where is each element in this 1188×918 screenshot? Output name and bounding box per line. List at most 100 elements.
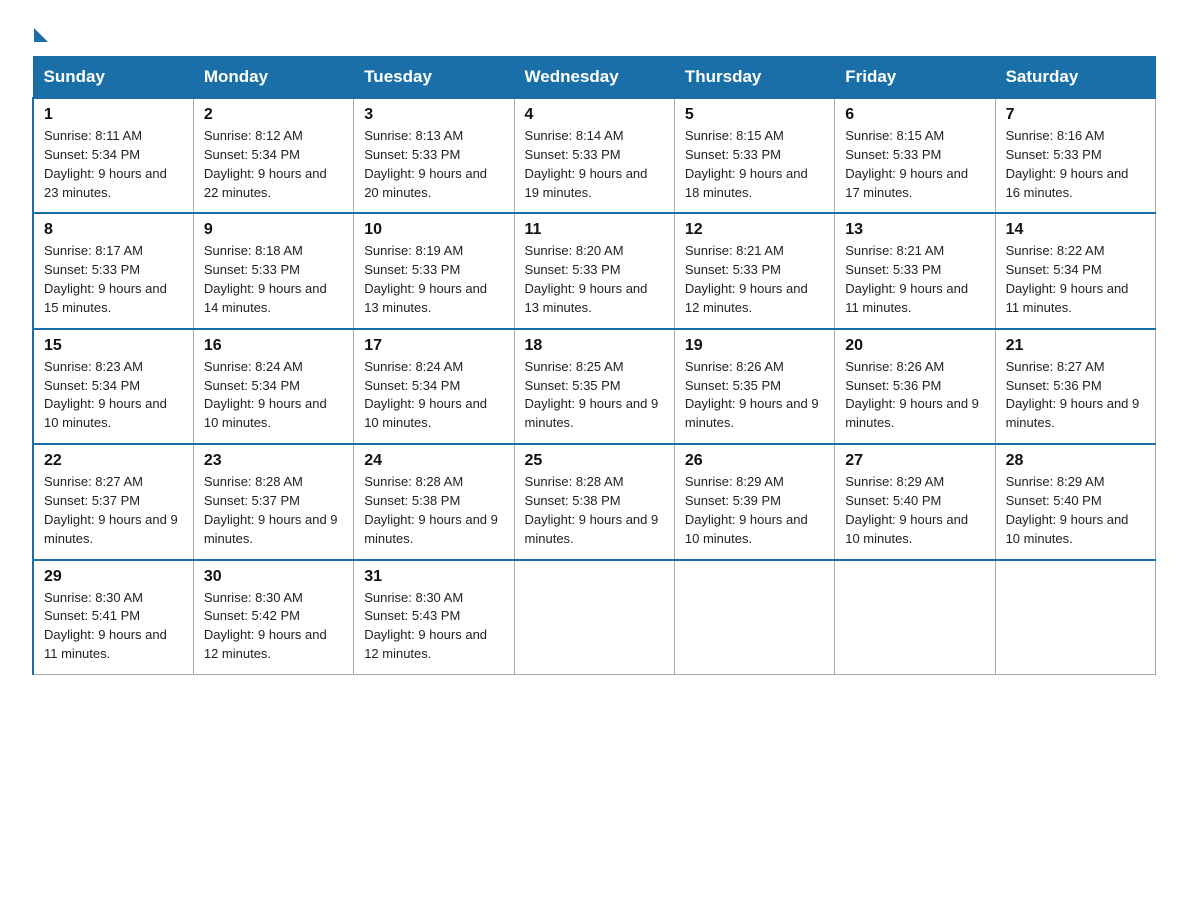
calendar-cell [514, 560, 674, 675]
calendar-cell: 22 Sunrise: 8:27 AMSunset: 5:37 PMDayligh… [33, 444, 193, 559]
calendar-cell: 10Sunrise: 8:19 AMSunset: 5:33 PMDayligh… [354, 213, 514, 328]
col-header-monday: Monday [193, 57, 353, 99]
calendar-cell: 27 Sunrise: 8:29 AMSunset: 5:40 PMDayligh… [835, 444, 995, 559]
calendar-cell: 21 Sunrise: 8:27 AMSunset: 5:36 PMDayligh… [995, 329, 1155, 444]
day-number: 25 [525, 452, 664, 470]
day-number: 29 [44, 568, 183, 586]
day-info: Sunrise: 8:12 AMSunset: 5:34 PMDaylight:… [204, 128, 327, 200]
day-number: 16 [204, 337, 343, 355]
day-number: 27 [845, 452, 984, 470]
day-info: Sunrise: 8:11 AMSunset: 5:34 PMDaylight:… [44, 128, 167, 200]
calendar-cell: 6 Sunrise: 8:15 AMSunset: 5:33 PMDaylight… [835, 98, 995, 213]
day-info: Sunrise: 8:21 AMSunset: 5:33 PMDaylight:… [845, 243, 968, 315]
day-number: 31 [364, 568, 503, 586]
calendar-cell: 3 Sunrise: 8:13 AMSunset: 5:33 PMDaylight… [354, 98, 514, 213]
day-info: Sunrise: 8:26 AMSunset: 5:35 PMDaylight:… [685, 359, 819, 431]
day-info: Sunrise: 8:28 AMSunset: 5:38 PMDaylight:… [525, 474, 659, 546]
calendar-cell [835, 560, 995, 675]
day-number: 18 [525, 337, 664, 355]
day-info: Sunrise: 8:29 AMSunset: 5:40 PMDaylight:… [1006, 474, 1129, 546]
day-number: 7 [1006, 106, 1145, 124]
calendar-week-row: 22 Sunrise: 8:27 AMSunset: 5:37 PMDayligh… [33, 444, 1156, 559]
calendar-header-row: SundayMondayTuesdayWednesdayThursdayFrid… [33, 57, 1156, 99]
day-info: Sunrise: 8:27 AMSunset: 5:36 PMDaylight:… [1006, 359, 1140, 431]
day-number: 30 [204, 568, 343, 586]
page-header [32, 24, 1156, 38]
day-number: 15 [44, 337, 183, 355]
day-info: Sunrise: 8:30 AMSunset: 5:43 PMDaylight:… [364, 590, 487, 662]
day-number: 3 [364, 106, 503, 124]
logo-triangle-icon [34, 28, 48, 42]
calendar-cell [674, 560, 834, 675]
calendar-cell: 1 Sunrise: 8:11 AMSunset: 5:34 PMDaylight… [33, 98, 193, 213]
calendar-cell: 12 Sunrise: 8:21 AMSunset: 5:33 PMDayligh… [674, 213, 834, 328]
day-number: 5 [685, 106, 824, 124]
day-info: Sunrise: 8:28 AMSunset: 5:37 PMDaylight:… [204, 474, 338, 546]
day-info: Sunrise: 8:21 AMSunset: 5:33 PMDaylight:… [685, 243, 808, 315]
calendar-cell: 19 Sunrise: 8:26 AMSunset: 5:35 PMDayligh… [674, 329, 834, 444]
calendar-cell: 30 Sunrise: 8:30 AMSunset: 5:42 PMDayligh… [193, 560, 353, 675]
day-number: 24 [364, 452, 503, 470]
day-number: 21 [1006, 337, 1145, 355]
day-number: 10 [364, 221, 503, 239]
day-info: Sunrise: 8:30 AMSunset: 5:42 PMDaylight:… [204, 590, 327, 662]
calendar-cell: 7 Sunrise: 8:16 AMSunset: 5:33 PMDaylight… [995, 98, 1155, 213]
calendar-cell: 25 Sunrise: 8:28 AMSunset: 5:38 PMDayligh… [514, 444, 674, 559]
calendar-week-row: 8 Sunrise: 8:17 AMSunset: 5:33 PMDaylight… [33, 213, 1156, 328]
day-number: 26 [685, 452, 824, 470]
day-info: Sunrise: 8:15 AMSunset: 5:33 PMDaylight:… [845, 128, 968, 200]
day-number: 2 [204, 106, 343, 124]
day-info: Sunrise: 8:16 AMSunset: 5:33 PMDaylight:… [1006, 128, 1129, 200]
day-info: Sunrise: 8:13 AMSunset: 5:33 PMDaylight:… [364, 128, 487, 200]
calendar-cell: 9Sunrise: 8:18 AMSunset: 5:33 PMDaylight… [193, 213, 353, 328]
day-info: Sunrise: 8:27 AMSunset: 5:37 PMDaylight:… [44, 474, 178, 546]
col-header-sunday: Sunday [33, 57, 193, 99]
calendar-week-row: 15 Sunrise: 8:23 AMSunset: 5:34 PMDayligh… [33, 329, 1156, 444]
calendar-cell: 13 Sunrise: 8:21 AMSunset: 5:33 PMDayligh… [835, 213, 995, 328]
day-number: 1 [44, 106, 183, 124]
calendar-cell: 15 Sunrise: 8:23 AMSunset: 5:34 PMDayligh… [33, 329, 193, 444]
calendar-table: SundayMondayTuesdayWednesdayThursdayFrid… [32, 56, 1156, 675]
day-number: 11 [525, 221, 664, 239]
day-info: Sunrise: 8:29 AMSunset: 5:40 PMDaylight:… [845, 474, 968, 546]
calendar-cell: 26 Sunrise: 8:29 AMSunset: 5:39 PMDayligh… [674, 444, 834, 559]
col-header-tuesday: Tuesday [354, 57, 514, 99]
day-number: 8 [44, 221, 183, 239]
calendar-cell [995, 560, 1155, 675]
day-info: Sunrise: 8:23 AMSunset: 5:34 PMDaylight:… [44, 359, 167, 431]
day-info: Sunrise: 8:26 AMSunset: 5:36 PMDaylight:… [845, 359, 979, 431]
day-info: Sunrise: 8:24 AMSunset: 5:34 PMDaylight:… [364, 359, 487, 431]
calendar-cell: 28Sunrise: 8:29 AMSunset: 5:40 PMDayligh… [995, 444, 1155, 559]
day-info: Sunrise: 8:25 AMSunset: 5:35 PMDaylight:… [525, 359, 659, 431]
day-info: Sunrise: 8:17 AMSunset: 5:33 PMDaylight:… [44, 243, 167, 315]
calendar-cell: 16 Sunrise: 8:24 AMSunset: 5:34 PMDayligh… [193, 329, 353, 444]
day-number: 19 [685, 337, 824, 355]
calendar-cell: 14Sunrise: 8:22 AMSunset: 5:34 PMDayligh… [995, 213, 1155, 328]
day-number: 12 [685, 221, 824, 239]
calendar-cell: 29Sunrise: 8:30 AMSunset: 5:41 PMDayligh… [33, 560, 193, 675]
col-header-saturday: Saturday [995, 57, 1155, 99]
day-number: 9 [204, 221, 343, 239]
calendar-cell: 20 Sunrise: 8:26 AMSunset: 5:36 PMDayligh… [835, 329, 995, 444]
day-number: 20 [845, 337, 984, 355]
day-number: 6 [845, 106, 984, 124]
calendar-cell: 31 Sunrise: 8:30 AMSunset: 5:43 PMDayligh… [354, 560, 514, 675]
col-header-thursday: Thursday [674, 57, 834, 99]
day-info: Sunrise: 8:24 AMSunset: 5:34 PMDaylight:… [204, 359, 327, 431]
day-info: Sunrise: 8:29 AMSunset: 5:39 PMDaylight:… [685, 474, 808, 546]
day-number: 22 [44, 452, 183, 470]
col-header-friday: Friday [835, 57, 995, 99]
calendar-week-row: 29Sunrise: 8:30 AMSunset: 5:41 PMDayligh… [33, 560, 1156, 675]
calendar-cell: 2 Sunrise: 8:12 AMSunset: 5:34 PMDaylight… [193, 98, 353, 213]
day-info: Sunrise: 8:14 AMSunset: 5:33 PMDaylight:… [525, 128, 648, 200]
day-info: Sunrise: 8:28 AMSunset: 5:38 PMDaylight:… [364, 474, 498, 546]
day-number: 17 [364, 337, 503, 355]
day-info: Sunrise: 8:20 AMSunset: 5:33 PMDaylight:… [525, 243, 648, 315]
day-number: 13 [845, 221, 984, 239]
day-info: Sunrise: 8:22 AMSunset: 5:34 PMDaylight:… [1006, 243, 1129, 315]
calendar-week-row: 1 Sunrise: 8:11 AMSunset: 5:34 PMDaylight… [33, 98, 1156, 213]
calendar-cell: 5Sunrise: 8:15 AMSunset: 5:33 PMDaylight… [674, 98, 834, 213]
calendar-cell: 4 Sunrise: 8:14 AMSunset: 5:33 PMDaylight… [514, 98, 674, 213]
day-number: 23 [204, 452, 343, 470]
day-number: 4 [525, 106, 664, 124]
